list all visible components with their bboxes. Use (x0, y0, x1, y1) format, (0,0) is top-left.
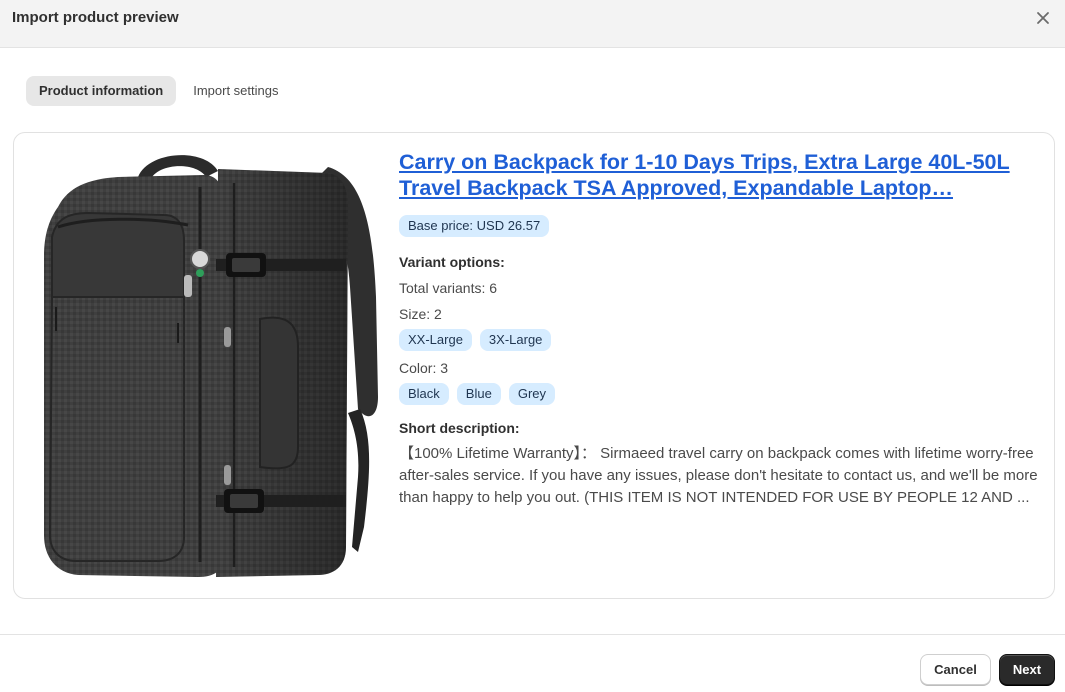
size-chips: XX-Large 3X-Large (399, 329, 1047, 351)
tab-import-settings[interactable]: Import settings (180, 76, 291, 106)
backpack-image (28, 147, 384, 583)
tab-product-information[interactable]: Product information (26, 76, 177, 106)
close-button[interactable] (1033, 8, 1053, 28)
size-chip: XX-Large (399, 329, 472, 351)
next-button[interactable]: Next (999, 654, 1055, 685)
product-card: Carry on Backpack for 1-10 Days Trips, E… (13, 132, 1055, 599)
close-icon (1037, 12, 1049, 24)
color-chip: Blue (456, 383, 501, 405)
short-description-heading: Short description: (399, 420, 520, 436)
base-price-badge: Base price: USD 26.57 (399, 215, 550, 237)
size-label: Size: 2 (399, 306, 442, 322)
color-chip: Black (399, 383, 449, 405)
short-description: 【100% Lifetime Warranty】： Sirmaeed trave… (399, 445, 1038, 506)
dialog-footer: Cancel Next (0, 634, 1065, 692)
color-chips: Black Blue Grey (399, 383, 1047, 405)
cancel-button[interactable]: Cancel (920, 654, 991, 685)
variant-options-heading: Variant options: (399, 254, 505, 270)
product-title-link[interactable]: Carry on Backpack for 1-10 Days Trips, E… (399, 149, 1047, 201)
dialog-header: Import product preview (0, 0, 1065, 48)
total-variants: Total variants: 6 (399, 280, 498, 296)
product-info: Carry on Backpack for 1-10 Days Trips, E… (399, 149, 1047, 509)
size-chip: 3X-Large (479, 329, 552, 351)
tab-bar: Product information Import settings (26, 76, 291, 106)
dialog-title: Import product preview (12, 9, 179, 26)
color-chip: Grey (508, 383, 555, 405)
color-label: Color: 3 (399, 360, 449, 376)
